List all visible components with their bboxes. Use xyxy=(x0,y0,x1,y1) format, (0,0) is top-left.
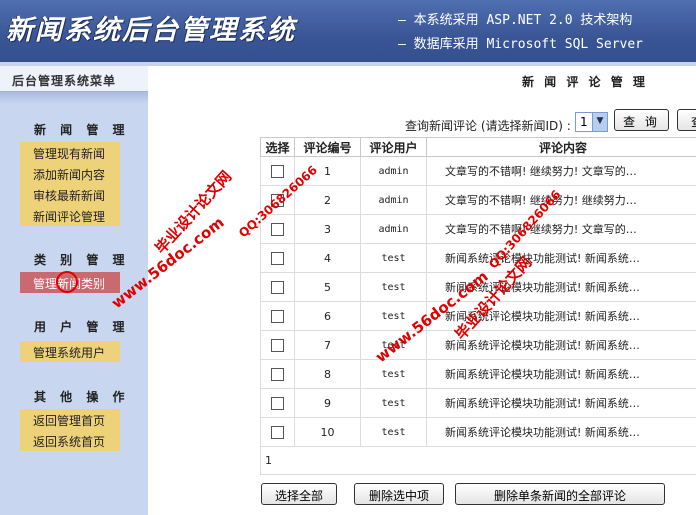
row-checkbox[interactable] xyxy=(271,367,284,381)
row-checkbox[interactable] xyxy=(271,425,284,439)
sidebar-item-add-news[interactable]: 添加新闻内容 xyxy=(20,163,120,184)
comment-id: 5 xyxy=(294,272,361,302)
comment-id: 7 xyxy=(294,330,361,360)
header-banner: 新闻系统后台管理系统 — 本系统采用 ASP.NET 2.0 技术架构 — 数据… xyxy=(0,0,696,62)
cursor-highlight-circle xyxy=(56,271,78,293)
section-title-news: 新 闻 管 理 xyxy=(34,123,130,137)
sidebar-item-comment-manage[interactable]: 新闻评论管理 xyxy=(20,205,120,226)
delete-all-comments-button[interactable]: 删除单条新闻的全部评论 xyxy=(455,483,665,505)
comment-id: 10 xyxy=(294,417,361,447)
comment-id: 8 xyxy=(294,359,361,389)
table-row: 8 test 新闻系统评论模块功能测试! 新闻系统… xyxy=(260,359,696,389)
comment-id: 4 xyxy=(294,243,361,273)
comment-content: 新闻系统评论模块功能测试! 新闻系统… xyxy=(426,388,696,418)
row-checkbox[interactable] xyxy=(271,280,284,294)
pager-row: 1 xyxy=(260,446,696,475)
sidebar-item-back-admin-home[interactable]: 返回管理首页 xyxy=(20,409,120,430)
page-link[interactable]: 1 xyxy=(260,446,696,475)
query-button[interactable]: 查 询 xyxy=(614,109,669,131)
news-id-select-value: 1 xyxy=(580,115,588,129)
table-row: 7 test 新闻系统评论模块功能测试! 新闻系统… xyxy=(260,330,696,360)
row-checkbox[interactable] xyxy=(271,309,284,323)
comment-content: 新闻系统评论模块功能测试! 新闻系统… xyxy=(426,417,696,447)
sidebar-item-manage-users[interactable]: 管理系统用户 xyxy=(20,341,120,362)
table-row: 2 admin 文章写的不错啊! 继续努力! 继续努力… xyxy=(260,185,696,215)
row-checkbox[interactable] xyxy=(271,164,284,178)
comment-content: 文章写的不错啊! 继续努力! 继续努力… xyxy=(426,185,696,215)
header-subtitle-tech: — 本系统采用 ASP.NET 2.0 技术架构 xyxy=(398,13,633,28)
row-checkbox[interactable] xyxy=(271,222,284,236)
comment-user: test xyxy=(360,272,427,302)
section-title-users: 用 户 管 理 xyxy=(34,320,130,334)
section-title-other: 其 他 操 作 xyxy=(34,390,130,404)
comment-id: 3 xyxy=(294,214,361,244)
comment-content: 新闻系统评论模块功能测试! 新闻系统… xyxy=(426,243,696,273)
comment-content: 新闻系统评论模块功能测试! 新闻系统… xyxy=(426,359,696,389)
comment-user: admin xyxy=(360,214,427,244)
comment-id: 2 xyxy=(294,185,361,215)
query-label: 查询新闻评论 (请选择新闻ID) : xyxy=(405,119,571,133)
table-header-row: 选择 评论编号 评论用户 评论内容 xyxy=(260,137,696,157)
row-checkbox[interactable] xyxy=(271,396,284,410)
table-row: 9 test 新闻系统评论模块功能测试! 新闻系统… xyxy=(260,388,696,418)
comment-user: admin xyxy=(360,185,427,215)
header-subtitle-db: — 数据库采用 Microsoft SQL Server xyxy=(398,37,644,52)
comment-id: 6 xyxy=(294,301,361,331)
news-id-select[interactable]: 1 ▼ xyxy=(575,112,608,132)
row-checkbox[interactable] xyxy=(271,251,284,265)
page-title: 新 闻 评 论 管 理 xyxy=(522,75,648,89)
column-header-user: 评论用户 xyxy=(360,137,427,157)
sidebar-item-back-site-home[interactable]: 返回系统首页 xyxy=(20,430,120,451)
table-row: 10 test 新闻系统评论模块功能测试! 新闻系统… xyxy=(260,417,696,447)
comment-id: 9 xyxy=(294,388,361,418)
comment-content: 文章写的不错啊! 继续努力! 文章写的… xyxy=(426,214,696,244)
comment-user: admin xyxy=(360,156,427,186)
chevron-down-icon[interactable]: ▼ xyxy=(592,113,607,131)
column-header-id: 评论编号 xyxy=(294,137,361,157)
app-title: 新闻系统后台管理系统 xyxy=(6,15,296,46)
section-title-category: 类 别 管 理 xyxy=(34,253,130,267)
sidebar-item-manage-news[interactable]: 管理现有新闻 xyxy=(20,142,120,163)
sidebar-menu-title: 后台管理系统菜单 xyxy=(0,66,148,92)
comment-user: test xyxy=(360,388,427,418)
comment-user: test xyxy=(360,243,427,273)
table-row: 1 admin 文章写的不错啊! 继续努力! 文章写的… xyxy=(260,156,696,186)
row-checkbox[interactable] xyxy=(271,338,284,352)
sidebar-shade xyxy=(0,92,148,104)
sidebar-item-review-news[interactable]: 审核最新新闻 xyxy=(20,184,120,205)
column-header-select: 选择 xyxy=(260,137,295,157)
select-all-button[interactable]: 选择全部 xyxy=(261,483,337,505)
comment-content: 文章写的不错啊! 继续努力! 文章写的… xyxy=(426,156,696,186)
comment-user: test xyxy=(360,417,427,447)
table-row: 3 admin 文章写的不错啊! 继续努力! 文章写的… xyxy=(260,214,696,244)
delete-selected-button[interactable]: 删除选中项 xyxy=(354,483,444,505)
column-header-content: 评论内容 xyxy=(426,137,696,157)
query-button-2[interactable]: 查 xyxy=(677,109,696,131)
comment-user: test xyxy=(360,359,427,389)
